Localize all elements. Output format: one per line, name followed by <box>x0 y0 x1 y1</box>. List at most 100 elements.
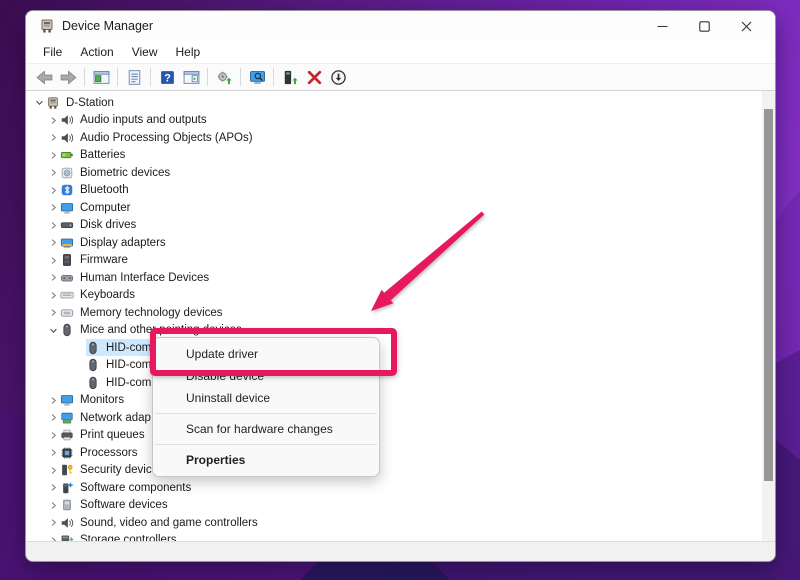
console-tree-icon[interactable] <box>89 66 113 88</box>
tree-item-label: Memory technology devices <box>80 307 223 319</box>
chevron-collapsed-icon[interactable] <box>46 236 60 250</box>
tree-item-network-adap[interactable]: Network adap <box>26 409 775 427</box>
chevron-collapsed-icon[interactable] <box>46 218 60 232</box>
tree-item-audio-inputs-and-outputs[interactable]: Audio inputs and outputs <box>26 112 775 130</box>
tree-item-label: Storage controllers <box>80 534 177 541</box>
tree-item-memory-technology-devices[interactable]: Memory technology devices <box>26 304 775 322</box>
chevron-collapsed-icon[interactable] <box>46 131 60 145</box>
action-pane-icon[interactable] <box>179 66 203 88</box>
menu-file[interactable]: File <box>34 43 71 61</box>
tree-item-label: HID-comp <box>106 377 158 389</box>
chevron-collapsed-icon[interactable] <box>46 498 60 512</box>
tree-item-hid-comp[interactable]: HID-comp <box>26 374 775 392</box>
chevron-collapsed-icon[interactable] <box>46 463 60 477</box>
tree-item-content: Human Interface Devices <box>60 269 212 286</box>
chevron-collapsed-icon[interactable] <box>46 253 60 267</box>
scan-hardware-icon[interactable] <box>245 66 269 88</box>
tree-item-processors[interactable]: Processors <box>26 444 775 462</box>
tree-item-computer[interactable]: Computer <box>26 199 775 217</box>
chevron-collapsed-icon[interactable] <box>46 411 60 425</box>
delete-x-icon[interactable] <box>302 66 326 88</box>
tree-item-storage-controllers[interactable]: Storage controllers <box>26 532 775 542</box>
tree-item-label: Disk drives <box>80 219 136 231</box>
tree-item-biometric-devices[interactable]: Biometric devices <box>26 164 775 182</box>
tree-item-label: Monitors <box>80 394 124 406</box>
tree-item-display-adapters[interactable]: Display adapters <box>26 234 775 252</box>
menu-action[interactable]: Action <box>71 43 122 61</box>
tree-item-content: Processors <box>60 444 141 461</box>
chevron-collapsed-icon[interactable] <box>46 481 60 495</box>
tree-item-software-components[interactable]: Software components <box>26 479 775 497</box>
toolbar-divider <box>117 68 118 86</box>
chevron-collapsed-icon[interactable] <box>46 288 60 302</box>
chevron-collapsed-icon[interactable] <box>46 166 60 180</box>
context-item-scan-for-hardware-changes[interactable]: Scan for hardware changes <box>153 418 379 440</box>
menu-help[interactable]: Help <box>167 43 210 61</box>
tree-item-keyboards[interactable]: Keyboards <box>26 287 775 305</box>
forward-arrow-icon[interactable] <box>56 66 80 88</box>
toolbar-divider <box>273 68 274 86</box>
svg-text:?: ? <box>164 72 171 84</box>
context-item-properties[interactable]: Properties <box>153 449 379 471</box>
titlebar: Device Manager <box>26 11 775 41</box>
chevron-collapsed-icon[interactable] <box>46 516 60 530</box>
key-icon <box>60 463 74 477</box>
update-driver-icon[interactable] <box>212 66 236 88</box>
tree-item-security-devices[interactable]: Security devices <box>26 462 775 480</box>
statusbar <box>26 541 775 562</box>
mouse-icon <box>60 323 74 337</box>
chevron-collapsed-icon[interactable] <box>46 271 60 285</box>
scrollbar-thumb[interactable] <box>764 109 773 481</box>
chevron-expanded-icon[interactable] <box>32 96 46 110</box>
chevron-collapsed-icon[interactable] <box>46 148 60 162</box>
tree-item-d-station[interactable]: D-Station <box>26 94 775 112</box>
disable-down-icon[interactable] <box>326 66 350 88</box>
tree-item-monitors[interactable]: Monitors <box>26 392 775 410</box>
device-up-icon[interactable] <box>278 66 302 88</box>
tree-item-bluetooth[interactable]: Bluetooth <box>26 182 775 200</box>
tree-item-audio-processing-objects-apos[interactable]: Audio Processing Objects (APOs) <box>26 129 775 147</box>
context-item-uninstall-device[interactable]: Uninstall device <box>153 387 379 409</box>
chevron-collapsed-icon[interactable] <box>46 446 60 460</box>
tree-item-content: Network adap <box>60 409 154 426</box>
close-button[interactable] <box>725 12 767 40</box>
chevron-collapsed-icon[interactable] <box>46 183 60 197</box>
properties-doc-icon[interactable] <box>122 66 146 88</box>
tree-item-human-interface-devices[interactable]: Human Interface Devices <box>26 269 775 287</box>
tree-item-disk-drives[interactable]: Disk drives <box>26 217 775 235</box>
tree-item-batteries[interactable]: Batteries <box>26 147 775 165</box>
tree-item-label: Processors <box>80 447 138 459</box>
tree-item-content: Sound, video and game controllers <box>60 514 261 531</box>
chevron-collapsed-icon[interactable] <box>46 533 60 541</box>
tree-item-mice-and-other-pointing-devices[interactable]: Mice and other pointing devices <box>26 322 775 340</box>
tree-item-label: Batteries <box>80 149 125 161</box>
tree-item-hid-comp[interactable]: HID-comp <box>26 339 775 357</box>
display-adapter-icon <box>60 236 74 250</box>
tree-item-sound-video-and-game-controllers[interactable]: Sound, video and game controllers <box>26 514 775 532</box>
menubar: FileActionViewHelp <box>26 41 775 64</box>
speaker-icon <box>60 113 74 127</box>
help-icon[interactable]: ? <box>155 66 179 88</box>
back-arrow-icon[interactable] <box>32 66 56 88</box>
chevron-collapsed-icon[interactable] <box>46 428 60 442</box>
cpu-icon <box>60 446 74 460</box>
context-menu-separator <box>155 413 377 414</box>
context-item-update-driver[interactable]: Update driver <box>153 343 379 365</box>
firmware-icon <box>60 253 74 267</box>
tree-item-software-devices[interactable]: Software devices <box>26 497 775 515</box>
chevron-collapsed-icon[interactable] <box>46 113 60 127</box>
memory-icon <box>60 306 74 320</box>
chevron-collapsed-icon[interactable] <box>46 201 60 215</box>
context-item-disable-device[interactable]: Disable device <box>153 365 379 387</box>
tree-item-print-queues[interactable]: Print queues <box>26 427 775 445</box>
chevron-collapsed-icon[interactable] <box>46 393 60 407</box>
chevron-collapsed-icon[interactable] <box>46 306 60 320</box>
tree-item-hid-comp[interactable]: HID-comp <box>26 357 775 375</box>
chevron-expanded-icon[interactable] <box>46 323 60 337</box>
menu-view[interactable]: View <box>123 43 167 61</box>
tree-item-firmware[interactable]: Firmware <box>26 252 775 270</box>
vertical-scrollbar[interactable] <box>762 91 775 541</box>
maximize-button[interactable] <box>683 12 725 40</box>
keyboard-icon <box>60 288 74 302</box>
minimize-button[interactable] <box>641 12 683 40</box>
